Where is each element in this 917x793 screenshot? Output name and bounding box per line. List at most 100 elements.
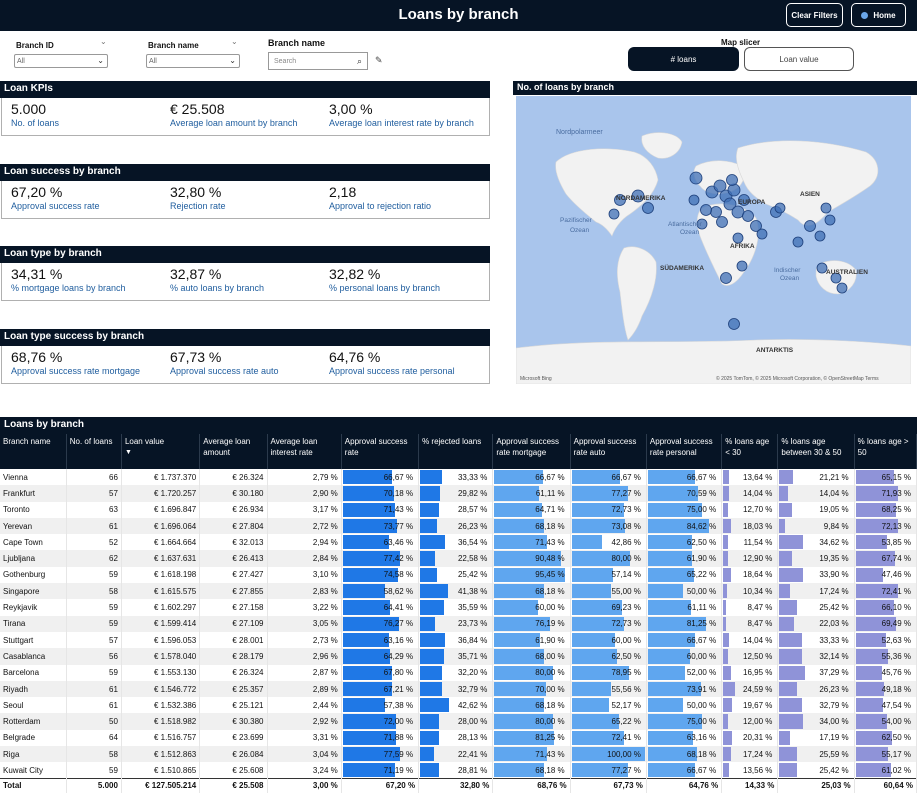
chevron-down-icon: ⌄ xyxy=(97,56,104,65)
table-cell: Riga xyxy=(0,746,67,763)
cell-value: 19,67 % xyxy=(743,700,773,710)
table-cell: € 1.696.847 xyxy=(121,501,201,518)
table-cell: € 27.855 xyxy=(199,583,268,600)
branch-id-dropdown[interactable]: All ⌄ xyxy=(14,54,108,68)
cell-value: 19,05 % xyxy=(819,505,849,515)
kpi-label: No. of loans xyxy=(11,118,60,128)
cell-value: 68,18 % xyxy=(535,586,565,596)
table-cell: 61 xyxy=(66,680,122,698)
cell-value: 71,93 % xyxy=(881,488,911,498)
table-cell: € 1.737.370 xyxy=(121,469,201,486)
table-row[interactable]: Riyadh 61 € 1.546.772 € 25.357 2,89 % 67,21 %… xyxy=(0,680,917,698)
kpi-value: € 25.508 xyxy=(170,101,225,117)
table-cell: 8,47 % xyxy=(721,615,779,632)
table-cell: € 27.804 xyxy=(199,517,268,535)
total-cell: 67,20 % xyxy=(341,778,420,793)
table-cell: 3,31 % xyxy=(267,729,342,747)
map-attribution[interactable]: © 2025 TomTom, © 2025 Microsoft Corporat… xyxy=(716,375,879,382)
table-cell: 63,46 % xyxy=(341,534,420,551)
table-cell: Cape Town xyxy=(0,534,67,551)
table-cell: 35,59 % xyxy=(418,599,494,616)
eraser-icon[interactable]: ✎ xyxy=(375,55,383,66)
table-row[interactable]: Frankfurt 57 € 1.720.257 € 30.180 2,90 % 70,1… xyxy=(0,485,917,502)
column-header[interactable]: Approval success rate auto xyxy=(570,434,647,469)
table-row[interactable]: Toronto 63 € 1.696.847 € 26.934 3,17 % 71,43 … xyxy=(0,501,917,518)
table-row[interactable]: Reykjavik 59 € 1.602.297 € 27.158 3,22 % 64,4… xyxy=(0,599,917,616)
map-bubble xyxy=(689,171,703,185)
cell-value: 35,59 % xyxy=(457,603,488,613)
table-row[interactable]: Ljubljana 62 € 1.637.631 € 26.413 2,84 % 77,4… xyxy=(0,550,917,567)
cell-value: 12,90 % xyxy=(743,554,773,564)
cell-value: 72,00 % xyxy=(383,717,414,727)
table-cell: 67,74 % xyxy=(854,550,917,567)
table-row[interactable]: Vienna 66 € 1.737.370 € 26.324 2,79 % 66,67 %… xyxy=(0,469,917,486)
table-row[interactable]: Singapore 58 € 1.615.575 € 27.855 2,83 % 58,6… xyxy=(0,583,917,600)
cell-value: 71,19 % xyxy=(383,765,414,775)
column-header[interactable]: Loan value ▼ xyxy=(121,434,201,469)
table-row[interactable]: Riga 58 € 1.512.863 € 26.084 3,04 % 77,59 % 22… xyxy=(0,746,917,763)
table-cell: 66,67 % xyxy=(646,631,723,649)
table-row[interactable]: Rotterdam 50 € 1.518.982 € 30.380 2,92 % 72,0… xyxy=(0,713,917,730)
column-header[interactable]: No. of loans xyxy=(66,434,122,469)
chevron-down-icon[interactable]: ⌄ xyxy=(100,37,107,46)
map-bubble xyxy=(742,210,754,222)
table-cell: 73,08 % xyxy=(570,517,647,535)
cell-value: 76,27 % xyxy=(383,619,414,629)
table-cell: 75,00 % xyxy=(646,713,723,730)
home-button[interactable]: Home xyxy=(851,3,906,27)
total-cell: 32,80 % xyxy=(418,778,494,793)
cell-value: 16,95 % xyxy=(743,668,773,678)
table-row[interactable]: Kuwait City 59 € 1.510.865 € 25.608 3,24 % 71… xyxy=(0,762,917,779)
map-bubble xyxy=(720,272,732,284)
table-cell: 68,18 % xyxy=(492,583,571,600)
cell-value: 81,25 % xyxy=(535,733,565,743)
column-header[interactable]: Approval success rate mortgage xyxy=(492,434,571,469)
table-row[interactable]: Casablanca 56 € 1.578.040 € 28.179 2,96 % 64,… xyxy=(0,648,917,665)
cell-value: 73,91 % xyxy=(686,684,717,694)
table-cell: € 25.357 xyxy=(199,680,268,698)
table-row[interactable]: Seoul 61 € 1.532.386 € 25.121 2,44 % 57,38 % 4… xyxy=(0,697,917,714)
cell-value: 52,17 % xyxy=(611,700,641,710)
clear-filters-button[interactable]: Clear Filters xyxy=(786,3,843,27)
column-header[interactable]: Average loan interest rate xyxy=(267,434,342,469)
table-row[interactable]: Gothenburg 59 € 1.618.198 € 27.427 3,10 % 74,… xyxy=(0,566,917,584)
table-row[interactable]: Stuttgart 57 € 1.596.053 € 28.001 2,73 % 63,1… xyxy=(0,631,917,649)
kpi-value: 32,87 % xyxy=(170,266,222,282)
cell-value: 50,00 % xyxy=(686,700,717,710)
column-header[interactable]: Approval success rate xyxy=(341,434,420,469)
cell-value: 68,18 % xyxy=(535,521,565,531)
cell-value: 52,00 % xyxy=(686,668,717,678)
table-row[interactable]: Cape Town 52 € 1.664.664 € 32.013 2,94 % 63,4… xyxy=(0,534,917,551)
column-header[interactable]: Branch name xyxy=(0,434,67,469)
table-cell: 14,04 % xyxy=(777,485,855,502)
cell-value: 68,00 % xyxy=(535,651,565,661)
cell-value: 66,67 % xyxy=(686,635,717,645)
column-header[interactable]: Average loan amount xyxy=(199,434,268,469)
column-header[interactable]: % loans age < 30 xyxy=(721,434,779,469)
cell-value: 14,04 % xyxy=(819,488,849,498)
table-row[interactable]: Yerevan 61 € 1.696.064 € 27.804 2,72 % 73,77 … xyxy=(0,517,917,535)
column-header[interactable]: Approval success rate personal xyxy=(646,434,723,469)
table-cell: € 1.696.064 xyxy=(121,517,201,535)
table-row[interactable]: Belgrade 64 € 1.516.757 € 23.699 3,31 % 71,88… xyxy=(0,729,917,747)
table-cell: 2,72 % xyxy=(267,517,342,535)
search-placeholder: Search xyxy=(274,58,297,65)
cell-value: 32,14 % xyxy=(819,651,849,661)
table-row[interactable]: Barcelona 59 € 1.553.130 € 26.324 2,87 % 67,8… xyxy=(0,664,917,681)
kpi-card: 5.000 No. of loans xyxy=(11,101,59,128)
table-row[interactable]: Tirana 59 € 1.599.414 € 27.109 3,05 % 76,27 %… xyxy=(0,615,917,632)
table-cell: € 32.013 xyxy=(199,534,268,551)
table-cell: 75,00 % xyxy=(646,501,723,518)
chevron-down-icon[interactable]: ⌄ xyxy=(231,37,238,46)
map-slicer-loan-value-option[interactable]: Loan value xyxy=(744,47,854,71)
map-slicer-loans-option[interactable]: # loans xyxy=(628,47,739,71)
column-header[interactable]: % rejected loans xyxy=(418,434,494,469)
column-header[interactable]: % loans age > 50 xyxy=(854,434,917,469)
column-header[interactable]: % loans age between 30 & 50 xyxy=(777,434,855,469)
branch-name-dropdown[interactable]: All ⌄ xyxy=(146,54,240,68)
table-cell: 68,18 % xyxy=(492,517,571,535)
cell-value: 70,18 % xyxy=(383,488,414,498)
branch-name-search-input[interactable]: Search ⌕ xyxy=(268,52,368,70)
loans-map[interactable]: Nordpolarmeer NORDAMERIKA ASIEN EUROPA P… xyxy=(516,96,911,384)
table-cell: 32,79 % xyxy=(418,680,494,698)
